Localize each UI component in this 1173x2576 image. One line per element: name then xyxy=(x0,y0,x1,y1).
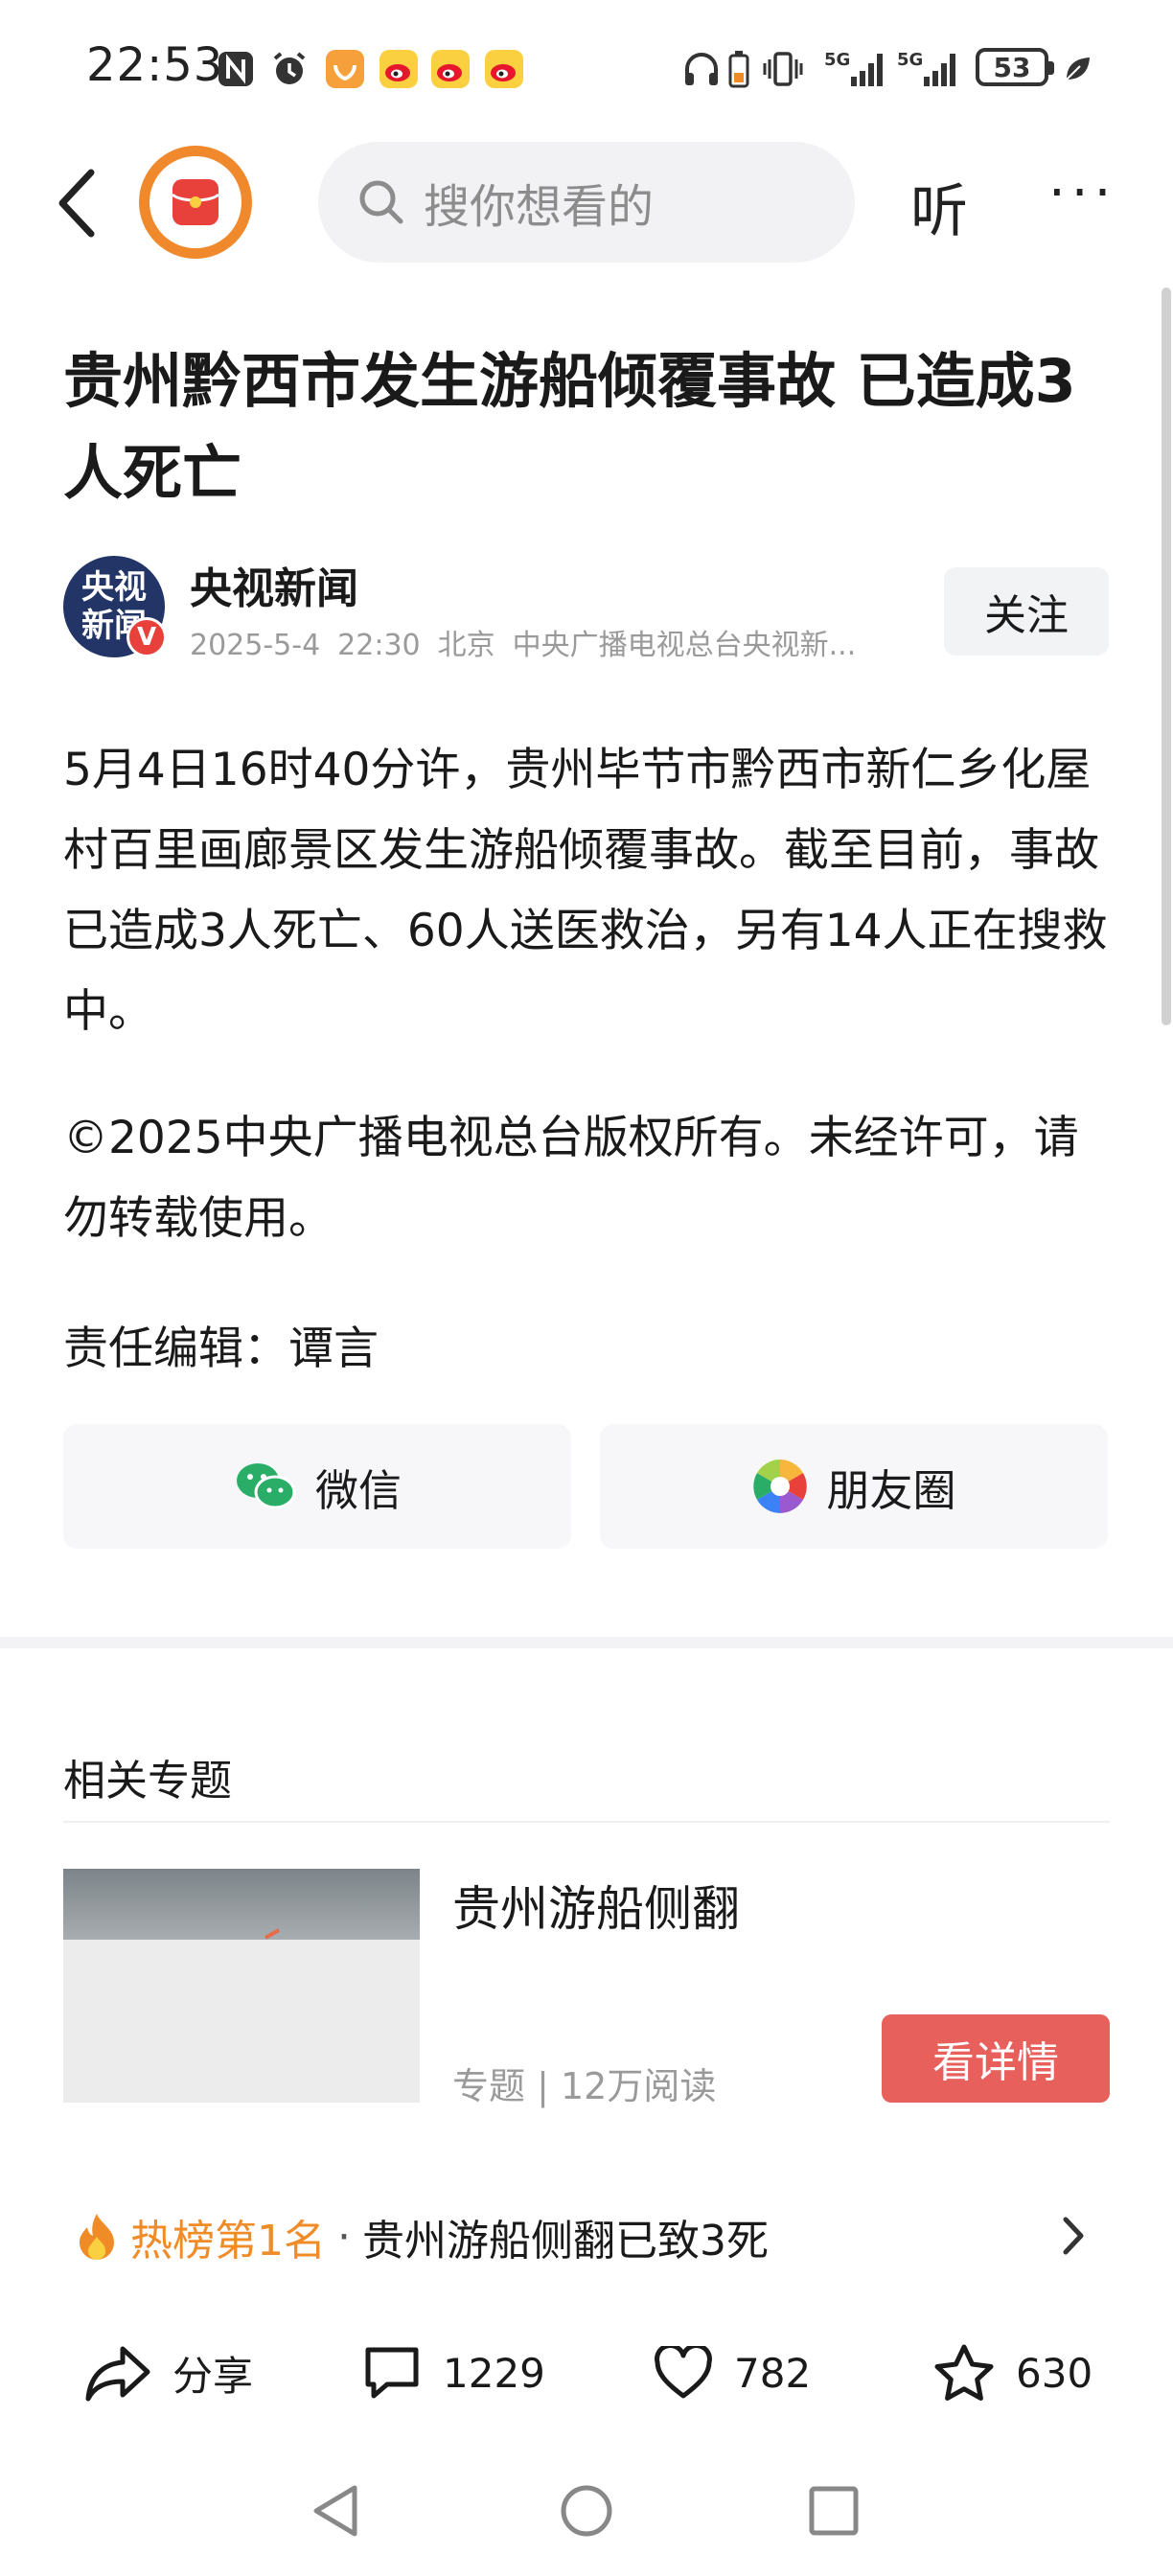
related-section-title: 相关专题 xyxy=(63,1757,232,1806)
comment-action[interactable]: 1229 xyxy=(362,2334,545,2411)
search-placeholder: 搜你想看的 xyxy=(424,180,655,234)
weibo-icon xyxy=(481,48,527,90)
copyright-paragraph: ©2025中央广播电视总台版权所有。未经许可，请勿转载使用。 xyxy=(63,1112,1079,1245)
article-title: 贵州黔西市发生游船倾覆事故 已造成3人死亡 xyxy=(63,346,1076,508)
wechat-label: 微信 xyxy=(314,1464,402,1516)
publisher: 中央广播电视总台央视新... xyxy=(512,629,857,662)
weibo-icon xyxy=(427,48,473,90)
topic-meta: 专题 | 12万阅读 xyxy=(452,2065,717,2107)
nav-recents-icon[interactable] xyxy=(807,2482,861,2543)
follow-button[interactable]: 关注 xyxy=(944,567,1109,656)
nfc-icon xyxy=(215,48,257,90)
share-moments-button[interactable]: 朋友圈 xyxy=(600,1424,1108,1549)
verified-badge: V xyxy=(126,617,167,657)
share-action[interactable]: 分享 xyxy=(84,2334,253,2411)
leaf-icon xyxy=(1062,48,1092,90)
section-divider xyxy=(0,1637,1173,1648)
divider xyxy=(63,1821,1110,1823)
more-button[interactable]: ··· xyxy=(1048,167,1116,220)
search-input[interactable]: 搜你想看的 xyxy=(318,142,855,263)
5g-signal-icon: 5G xyxy=(822,48,889,90)
nav-back-icon[interactable] xyxy=(309,2482,362,2543)
publish-date: 2025-5-4 xyxy=(190,629,321,662)
moments-icon xyxy=(751,1458,809,1515)
vibrate-icon xyxy=(761,48,805,90)
battery-indicator: 53 xyxy=(976,48,1054,86)
network-label-2: 5G xyxy=(897,50,923,70)
app-notification-icon xyxy=(322,48,368,90)
source-name[interactable]: 央视新闻 xyxy=(190,554,358,615)
wechat-icon xyxy=(233,1460,298,1513)
topic-thumbnail[interactable] xyxy=(63,1869,420,2103)
hot-separator: · xyxy=(337,2212,351,2262)
hot-title: 贵州游船侧翻已致3死 xyxy=(362,2217,769,2266)
like-action[interactable]: 782 xyxy=(654,2334,811,2411)
headphones-icon xyxy=(680,48,723,90)
battery-saver-icon xyxy=(726,48,751,90)
article-meta: 2025-5-4 22:30 北京 中央广播电视总台央视新... xyxy=(190,621,904,663)
nav-home-icon[interactable] xyxy=(558,2482,615,2543)
editor-credit: 责任编辑：谭言 xyxy=(63,1322,379,1375)
status-bar: 22:53 5G 5G 53 xyxy=(0,0,1173,144)
status-time: 22:53 xyxy=(86,38,224,92)
app-logo[interactable] xyxy=(139,146,252,259)
topic-title[interactable]: 贵州游船侧翻 xyxy=(452,1871,740,1940)
flame-icon xyxy=(77,2212,117,2262)
back-icon[interactable] xyxy=(53,165,101,242)
favorite-count: 630 xyxy=(1016,2349,1093,2397)
share-wechat-button[interactable]: 微信 xyxy=(63,1424,571,1549)
moments-label: 朋友圈 xyxy=(826,1464,956,1516)
network-label-1: 5G xyxy=(824,50,850,70)
hot-rank-bar[interactable]: 热榜第1名 · 贵州游船侧翻已致3死 xyxy=(77,2206,769,2267)
chevron-right-icon[interactable] xyxy=(1060,2212,1089,2260)
view-details-button[interactable]: 看详情 xyxy=(882,2014,1110,2103)
red-envelope-icon xyxy=(150,156,242,248)
like-count: 782 xyxy=(734,2349,812,2397)
scrollbar[interactable] xyxy=(1162,288,1171,1025)
5g-signal-icon: 5G xyxy=(895,48,962,90)
favorite-action[interactable]: 630 xyxy=(933,2334,1092,2411)
comment-icon xyxy=(362,2344,422,2402)
hot-rank-label: 热榜第1名 xyxy=(130,2217,326,2266)
search-icon xyxy=(356,177,406,227)
comment-count: 1229 xyxy=(443,2349,545,2397)
weibo-icon xyxy=(376,48,422,90)
article-paragraph: 5月4日16时40分许，贵州毕节市黔西市新仁乡化屋村百里画廊景区发生游船倾覆事故… xyxy=(63,744,1108,1038)
alarm-icon xyxy=(268,48,310,90)
listen-button[interactable]: 听 xyxy=(910,165,968,248)
share-label: 分享 xyxy=(172,2352,254,2400)
star-icon xyxy=(933,2343,995,2403)
publish-time: 22:30 xyxy=(337,629,421,662)
share-icon xyxy=(84,2343,151,2403)
heart-icon xyxy=(654,2346,713,2400)
publish-location: 北京 xyxy=(437,629,495,662)
